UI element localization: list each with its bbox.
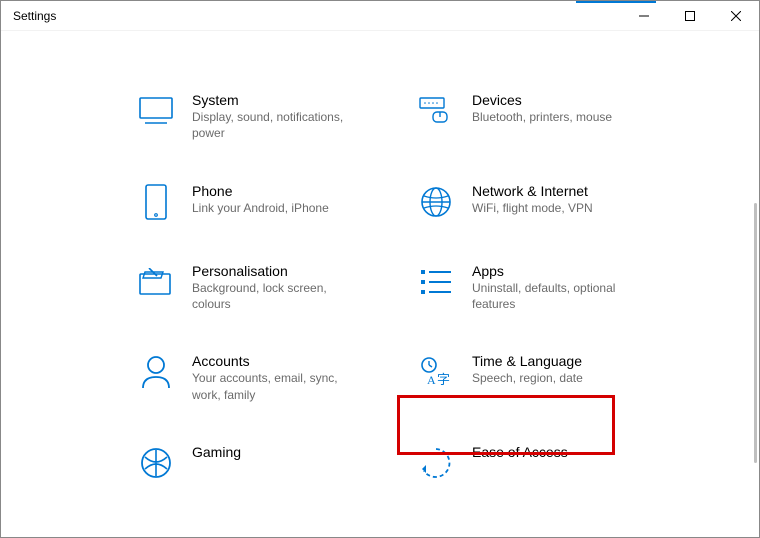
category-title: Phone	[192, 182, 329, 200]
category-title: System	[192, 91, 362, 109]
category-desc: Speech, region, date	[472, 370, 583, 386]
settings-category-grid: System Display, sound, notifications, po…	[1, 31, 759, 483]
category-title: Network & Internet	[472, 182, 593, 200]
close-icon	[731, 11, 741, 21]
category-ease-of-access[interactable]: Ease of Access	[416, 443, 666, 483]
category-accounts[interactable]: Accounts Your accounts, email, sync, wor…	[136, 352, 386, 403]
minimize-icon	[639, 11, 649, 21]
category-desc: Uninstall, defaults, optional features	[472, 280, 642, 312]
apps-icon	[416, 262, 456, 302]
minimize-button[interactable]	[621, 1, 667, 31]
close-button[interactable]	[713, 1, 759, 31]
window-title: Settings	[13, 9, 56, 23]
category-system[interactable]: System Display, sound, notifications, po…	[136, 91, 386, 142]
accent-strip	[576, 1, 656, 3]
category-phone[interactable]: Phone Link your Android, iPhone	[136, 182, 386, 222]
category-desc: Bluetooth, printers, mouse	[472, 109, 612, 125]
category-personalisation[interactable]: Personalisation Background, lock screen,…	[136, 262, 386, 313]
phone-icon	[136, 182, 176, 222]
category-title: Accounts	[192, 352, 362, 370]
category-title: Gaming	[192, 443, 241, 461]
gaming-icon	[136, 443, 176, 483]
category-devices[interactable]: Devices Bluetooth, printers, mouse	[416, 91, 666, 142]
category-apps[interactable]: Apps Uninstall, defaults, optional featu…	[416, 262, 666, 313]
category-gaming[interactable]: Gaming	[136, 443, 386, 483]
devices-icon	[416, 91, 456, 131]
category-title: Personalisation	[192, 262, 362, 280]
system-icon	[136, 91, 176, 131]
maximize-button[interactable]	[667, 1, 713, 31]
maximize-icon	[685, 11, 695, 21]
globe-icon	[416, 182, 456, 222]
ease-of-access-icon	[416, 443, 456, 483]
accounts-icon	[136, 352, 176, 392]
time-language-icon: A 字	[416, 352, 456, 392]
category-time-language[interactable]: A 字 Time & Language Speech, region, date	[416, 352, 666, 403]
category-desc: Your accounts, email, sync, work, family	[192, 370, 362, 402]
category-desc: WiFi, flight mode, VPN	[472, 200, 593, 216]
titlebar: Settings	[1, 1, 759, 31]
personalisation-icon	[136, 262, 176, 302]
svg-text:A: A	[427, 373, 436, 387]
category-title: Devices	[472, 91, 612, 109]
category-desc: Display, sound, notifications, power	[192, 109, 362, 141]
category-network[interactable]: Network & Internet WiFi, flight mode, VP…	[416, 182, 666, 222]
svg-text:字: 字	[437, 372, 450, 387]
vertical-scrollbar[interactable]	[754, 203, 757, 463]
category-title: Apps	[472, 262, 642, 280]
category-title: Ease of Access	[472, 443, 568, 461]
category-desc: Link your Android, iPhone	[192, 200, 329, 216]
category-title: Time & Language	[472, 352, 583, 370]
category-desc: Background, lock screen, colours	[192, 280, 362, 312]
